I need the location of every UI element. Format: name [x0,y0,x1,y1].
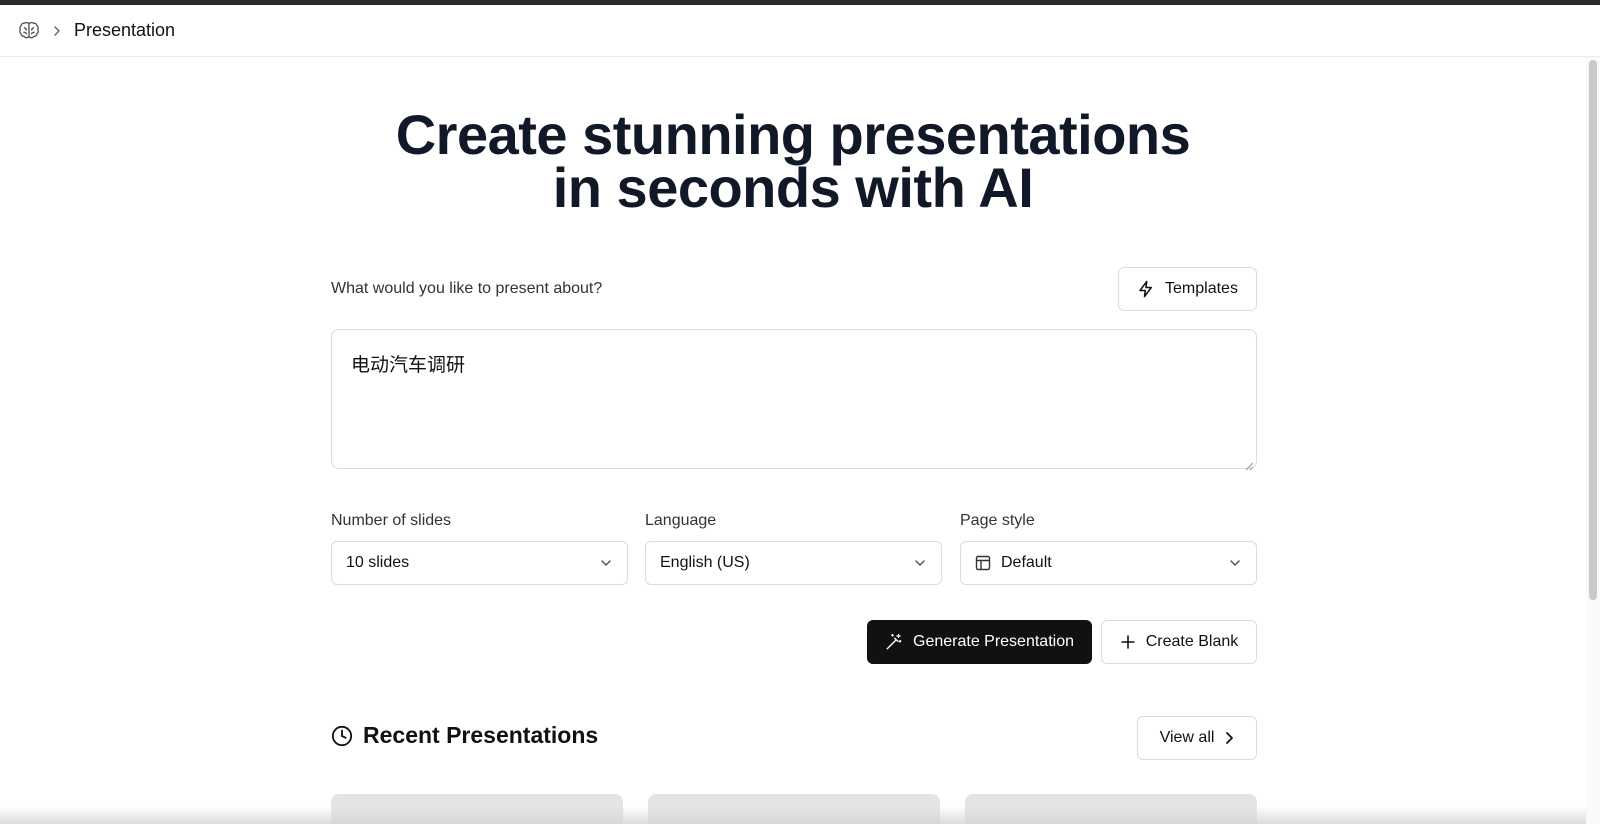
bottom-shadow [0,806,1586,824]
breadcrumb-current: Presentation [74,20,176,40]
resize-handle-icon[interactable] [1245,458,1254,471]
create-blank-label: Create Blank [1145,633,1239,650]
language-label: Language [645,512,717,529]
view-all-button[interactable]: View all [1137,716,1257,760]
chevron-right-icon [1224,731,1234,745]
layout-icon [975,555,991,571]
generate-button-label: Generate Presentation [913,633,1074,650]
create-blank-button[interactable]: Create Blank [1101,620,1257,664]
language-value: English (US) [660,554,750,571]
recent-presentations-heading: Recent Presentations [331,722,598,749]
prompt-label: What would you like to present about? [331,280,603,297]
chevron-down-icon [913,556,927,570]
brain-icon[interactable] [18,20,40,42]
language-select[interactable]: English (US) [645,541,942,585]
chevron-down-icon [1228,556,1242,570]
generate-presentation-button[interactable]: Generate Presentation [867,620,1092,664]
magic-wand-icon [885,633,903,651]
plus-icon [1120,634,1136,650]
slides-value: 10 slides [346,554,410,571]
scrollbar-thumb[interactable] [1589,60,1597,600]
clock-icon [331,725,353,747]
chevron-down-icon [599,556,613,570]
prompt-input[interactable]: 电动汽车调研 [331,329,1257,469]
view-all-label: View all [1159,729,1215,746]
chevron-right-icon [52,25,62,37]
slides-label: Number of slides [331,512,452,529]
hero: Create stunning presentations in seconds… [0,107,1586,216]
templates-button-label: Templates [1165,280,1238,297]
page-style-value: Default [1001,554,1052,571]
templates-button[interactable]: Templates [1118,267,1257,311]
slides-select[interactable]: 10 slides [331,541,628,585]
page-title: Create stunning presentations in seconds… [0,107,1586,216]
title-line-2: in seconds with AI [552,156,1034,219]
top-bar: Presentation [0,5,1600,57]
lightning-icon [1137,280,1155,298]
page-style-select[interactable]: Default [960,541,1257,585]
recent-title-text: Recent Presentations [363,722,599,748]
page-style-label: Page style [960,512,1035,529]
